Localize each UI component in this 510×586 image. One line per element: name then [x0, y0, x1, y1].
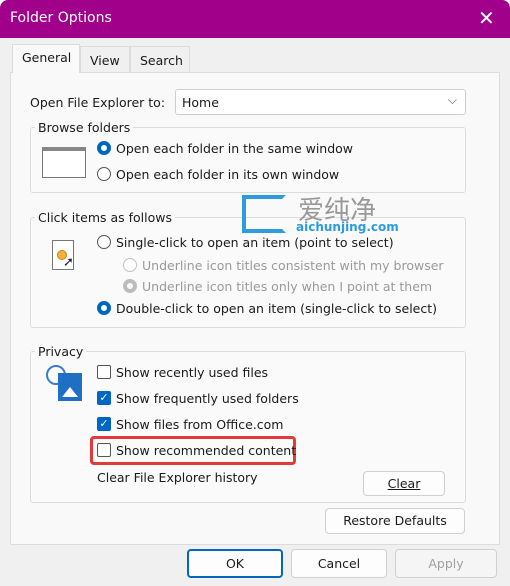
click-items-title: Click items as follows: [35, 210, 176, 225]
browse-folders-group: [30, 127, 466, 193]
checkbox-office-files-label: Show files from Office.com: [116, 417, 284, 432]
checkbox-recommended-content-label: Show recommended content: [116, 443, 297, 458]
watermark-logo-icon: [242, 195, 286, 233]
privacy-icon: [46, 365, 84, 403]
checkbox-frequent-folders[interactable]: ✓: [97, 391, 111, 405]
checkbox-office-files[interactable]: ✓: [97, 417, 111, 431]
clear-history-label: Clear File Explorer history: [97, 470, 258, 485]
radio-underline-browser-label: Underline icon titles consistent with my…: [142, 258, 444, 273]
browse-folders-title: Browse folders: [35, 120, 134, 135]
close-icon[interactable]: ✕: [478, 6, 495, 30]
radio-same-window[interactable]: [97, 141, 111, 155]
tab-search[interactable]: Search: [130, 46, 190, 72]
privacy-title: Privacy: [35, 344, 87, 359]
radio-underline-browser[interactable]: [123, 258, 137, 272]
pointer-file-icon: ➚: [52, 240, 74, 270]
window-icon: [42, 147, 86, 178]
radio-underline-point-label: Underline icon titles only when I point …: [142, 279, 433, 294]
radio-double-click[interactable]: [97, 301, 111, 315]
clear-button-label: Clear: [387, 476, 421, 491]
dropdown-value: Home: [182, 95, 219, 110]
open-explorer-label: Open File Explorer to:: [30, 95, 166, 110]
open-explorer-dropdown[interactable]: Home ⌵: [175, 89, 466, 115]
radio-own-window-label: Open each folder in its own window: [116, 167, 340, 182]
checkbox-recommended-content[interactable]: [97, 443, 111, 457]
watermark-url: aichunjing.com: [296, 220, 399, 234]
checkbox-recent-files-label: Show recently used files: [116, 365, 269, 380]
window-title: Folder Options: [10, 10, 112, 26]
ok-button[interactable]: OK: [187, 549, 283, 578]
checkbox-recent-files[interactable]: [97, 365, 111, 379]
radio-own-window[interactable]: [97, 167, 111, 181]
tab-view[interactable]: View: [80, 46, 130, 72]
radio-single-click-label: Single-click to open an item (point to s…: [116, 235, 394, 250]
tab-general[interactable]: General: [12, 44, 80, 73]
title-bar: Folder Options ✕: [0, 0, 510, 38]
radio-single-click[interactable]: [97, 235, 111, 249]
apply-button[interactable]: Apply: [395, 549, 497, 578]
restore-defaults-button[interactable]: Restore Defaults: [325, 508, 465, 534]
checkbox-frequent-folders-label: Show frequently used folders: [116, 391, 299, 406]
radio-same-window-label: Open each folder in the same window: [116, 141, 354, 156]
radio-double-click-label: Double-click to open an item (single-cli…: [116, 301, 438, 316]
chevron-down-icon: ⌵: [447, 93, 457, 107]
cancel-button[interactable]: Cancel: [291, 549, 387, 578]
clear-button[interactable]: Clear: [363, 471, 445, 496]
radio-underline-point[interactable]: [123, 279, 137, 293]
